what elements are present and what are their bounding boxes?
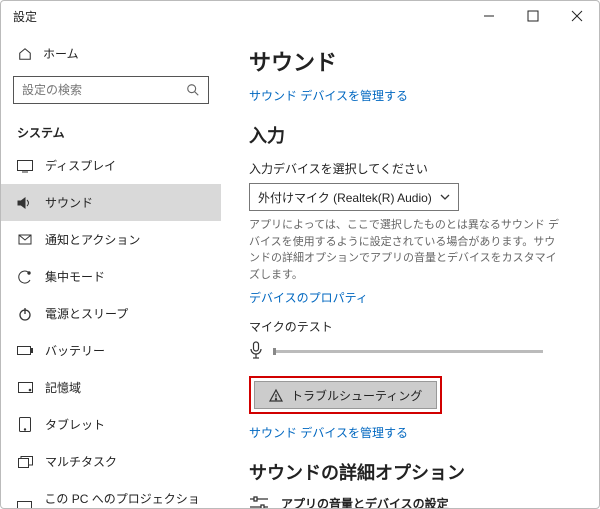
main-content: サウンド サウンド デバイスを管理する 入力 入力デバイスを選択してください 外… (221, 31, 599, 508)
mic-test-label: マイクのテスト (249, 318, 571, 335)
sidebar-nav: ディスプレイ サウンド 通知とアクション 集中モード 電源とスリープ (1, 147, 221, 508)
tablet-icon (17, 417, 33, 433)
maximize-icon (528, 11, 538, 21)
battery-icon (17, 343, 33, 359)
close-icon (572, 11, 582, 21)
settings-window: 設定 ホーム システム (0, 0, 600, 509)
sidebar-item-power[interactable]: 電源とスリープ (1, 295, 221, 332)
titlebar: 設定 (1, 1, 599, 31)
input-device-select[interactable]: 外付けマイク (Realtek(R) Audio) (249, 183, 459, 211)
sound-icon (17, 195, 33, 211)
sidebar-item-label: サウンド (45, 194, 93, 211)
sidebar-item-sound[interactable]: サウンド (1, 184, 221, 221)
chevron-down-icon (440, 194, 450, 200)
sidebar-item-notifications[interactable]: 通知とアクション (1, 221, 221, 258)
sidebar-item-battery[interactable]: バッテリー (1, 332, 221, 369)
mic-level-meter (273, 350, 543, 353)
power-icon (17, 306, 33, 322)
maximize-button[interactable] (511, 1, 555, 31)
troubleshoot-label: トラブルシューティング (291, 387, 422, 404)
sidebar-section-header: システム (1, 110, 221, 147)
home-label: ホーム (43, 45, 79, 62)
sidebar-item-label: タブレット (45, 416, 105, 433)
troubleshoot-button[interactable]: トラブルシューティング (254, 381, 437, 409)
minimize-button[interactable] (467, 1, 511, 31)
search-field[interactable] (22, 83, 186, 97)
sliders-icon (249, 495, 269, 508)
microphone-icon (249, 341, 263, 362)
search-icon (186, 83, 200, 97)
focus-icon (17, 269, 33, 285)
search-input[interactable] (13, 76, 209, 104)
mic-test-row (249, 341, 571, 362)
notification-icon (17, 232, 33, 248)
multitask-icon (17, 454, 33, 470)
window-body: ホーム システム ディスプレイ サウンド (1, 31, 599, 508)
manage-devices-link-2[interactable]: サウンド デバイスを管理する (249, 424, 571, 441)
sidebar-item-display[interactable]: ディスプレイ (1, 147, 221, 184)
search-container (1, 70, 221, 110)
projection-icon (17, 499, 32, 508)
sidebar: ホーム システム ディスプレイ サウンド (1, 31, 221, 508)
home-link[interactable]: ホーム (1, 37, 221, 70)
display-icon (17, 158, 33, 174)
sidebar-item-label: マルチタスク (45, 453, 117, 470)
sidebar-item-label: バッテリー (45, 342, 105, 359)
page-title: サウンド (249, 45, 571, 77)
close-button[interactable] (555, 1, 599, 31)
sidebar-item-storage[interactable]: 記憶域 (1, 369, 221, 406)
input-device-label: 入力デバイスを選択してください (249, 160, 571, 177)
minimize-icon (484, 11, 494, 21)
device-properties-link[interactable]: デバイスのプロパティ (249, 289, 571, 306)
app-volume-row[interactable]: アプリの音量とデバイスの設定 アプリの音量と、アプリで使用するスピーカーやデバイ… (249, 495, 571, 508)
storage-icon (17, 380, 33, 396)
advanced-heading: サウンドの詳細オプション (249, 459, 571, 485)
sidebar-item-label: ディスプレイ (45, 157, 116, 174)
manage-devices-link[interactable]: サウンド デバイスを管理する (249, 87, 571, 104)
window-title: 設定 (1, 8, 37, 25)
sidebar-item-label: 電源とスリープ (45, 305, 128, 322)
troubleshoot-highlight: トラブルシューティング (249, 376, 442, 414)
warning-icon (269, 389, 283, 402)
sidebar-item-label: 記憶域 (45, 379, 81, 396)
sidebar-item-projection[interactable]: この PC へのプロジェクション (1, 480, 221, 508)
sidebar-item-label: 通知とアクション (45, 231, 140, 248)
sidebar-item-multitask[interactable]: マルチタスク (1, 443, 221, 480)
input-description: アプリによっては、ここで選択したものとは異なるサウンド デバイスを使用するように… (249, 217, 559, 283)
input-device-value: 外付けマイク (Realtek(R) Audio) (258, 189, 432, 206)
sidebar-item-label: この PC へのプロジェクション (44, 490, 205, 508)
home-icon (17, 46, 33, 62)
sidebar-item-tablet[interactable]: タブレット (1, 406, 221, 443)
input-heading: 入力 (249, 122, 571, 148)
app-volume-title: アプリの音量とデバイスの設定 (281, 495, 571, 508)
sidebar-item-label: 集中モード (45, 268, 105, 285)
sidebar-item-focus[interactable]: 集中モード (1, 258, 221, 295)
